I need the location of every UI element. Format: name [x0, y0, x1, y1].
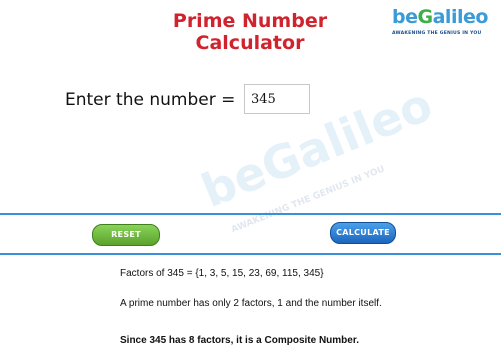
begalileo-logo: beGalileo AWAKENING THE GENIUS IN YOU — [392, 6, 496, 40]
factors-text: Factors of 345 = {1, 3, 5, 15, 23, 69, 1… — [120, 268, 324, 279]
calculate-button[interactable]: CALCULATE — [330, 222, 396, 244]
logo-prefix: be — [392, 6, 418, 28]
title-line-1: Prime Number — [172, 10, 328, 32]
number-input[interactable] — [244, 84, 310, 114]
divider-top — [0, 213, 501, 215]
divider-bottom — [0, 253, 501, 255]
number-input-label: Enter the number = — [65, 90, 236, 110]
logo-suffix: alileo — [432, 6, 489, 28]
logo-wordmark: beGalileo — [392, 6, 488, 28]
logo-g: G — [417, 6, 434, 28]
page-title: Prime Number Calculator — [150, 10, 350, 54]
logo-tagline: AWAKENING THE GENIUS IN YOU — [392, 31, 482, 36]
title-line-2: Calculator — [195, 32, 305, 54]
definition-text: A prime number has only 2 factors, 1 and… — [120, 298, 382, 309]
reset-button[interactable]: RESET — [92, 224, 160, 246]
conclusion-text: Since 345 has 8 factors, it is a Composi… — [120, 335, 359, 346]
